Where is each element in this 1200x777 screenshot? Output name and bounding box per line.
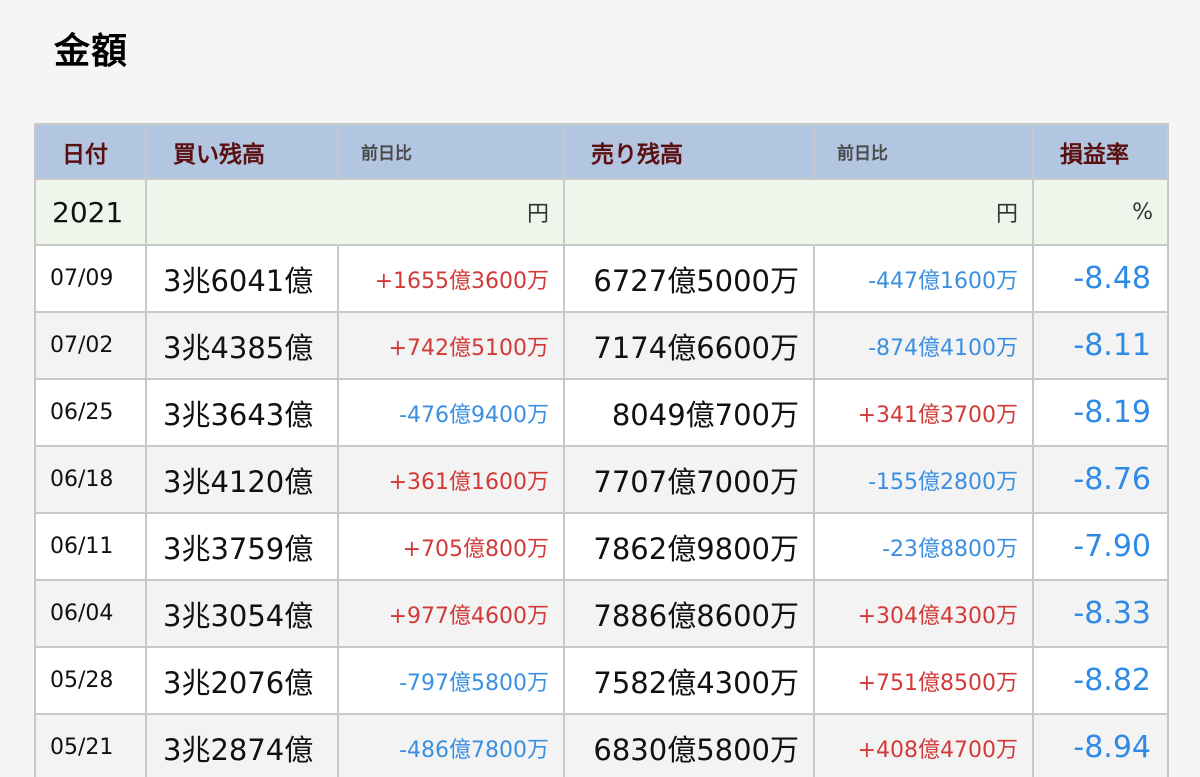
buy-change-cell: +361億1600万 (337, 445, 565, 514)
buy-change-cell: +705億800万 (337, 512, 565, 581)
table-header: 日付 買い残高 前日比 売り残高 前日比 損益率 (34, 123, 1169, 180)
pl-rate-cell: -8.48 (1032, 244, 1169, 313)
page: 金額 日付 買い残高 前日比 売り残高 前日比 損益率 2021 円 円 % 0… (0, 0, 1200, 777)
date-cell: 06/11 (34, 512, 147, 581)
buy-change-cell: -797億5800万 (337, 646, 565, 715)
table-row: 06/18 3兆4120億 +361億1600万 7707億7000万 -155億280… (34, 445, 1169, 514)
header-buy-change[interactable]: 前日比 (337, 123, 565, 180)
date-cell: 07/02 (34, 311, 147, 380)
sell-change-cell: +751億8500万 (813, 646, 1034, 715)
sell-change-cell: -23億8800万 (813, 512, 1034, 581)
date-cell: 05/28 (34, 646, 147, 715)
header-sell-change[interactable]: 前日比 (813, 123, 1034, 180)
sell-balance-cell: 8049億700万 (563, 378, 815, 447)
rate-unit: % (1032, 178, 1169, 246)
buy-change-cell: -486億7800万 (337, 713, 565, 777)
sell-balance-cell: 7174億6600万 (563, 311, 815, 380)
buy-balance-cell: 3兆2076億 (145, 646, 339, 715)
table-row: 06/04 3兆3054億 +977億4600万 7886億8600万 +304億430… (34, 579, 1169, 648)
table-row: 05/28 3兆2076億 -797億5800万 7582億4300万 +751億850… (34, 646, 1169, 715)
buy-balance-cell: 3兆3759億 (145, 512, 339, 581)
buy-change-cell: -476億9400万 (337, 378, 565, 447)
table-row: 07/02 3兆4385億 +742億5100万 7174億6600万 -874億410… (34, 311, 1169, 380)
table-row: 05/21 3兆2874億 -486億7800万 6830億5800万 +408億470… (34, 713, 1169, 777)
table-row: 06/25 3兆3643億 -476億9400万 8049億700万 +341億3700… (34, 378, 1169, 447)
sell-balance-cell: 6727億5000万 (563, 244, 815, 313)
buy-change-cell: +977億4600万 (337, 579, 565, 648)
date-cell: 06/18 (34, 445, 147, 514)
margin-balance-table: 日付 買い残高 前日比 売り残高 前日比 損益率 2021 円 円 % 07/0… (34, 123, 1169, 777)
sell-change-cell: -155億2800万 (813, 445, 1034, 514)
header-sell-balance[interactable]: 売り残高 (563, 123, 815, 180)
pl-rate-cell: -8.11 (1032, 311, 1169, 380)
unit-row: 2021 円 円 % (34, 178, 1169, 246)
pl-rate-cell: -8.82 (1032, 646, 1169, 715)
sell-unit: 円 (563, 178, 1034, 246)
header-date[interactable]: 日付 (34, 123, 147, 180)
table-row: 07/09 3兆6041億 +1655億3600万 6727億5000万 -447億16… (34, 244, 1169, 313)
sell-balance-cell: 7862億9800万 (563, 512, 815, 581)
sell-change-cell: -447億1600万 (813, 244, 1034, 313)
sell-balance-cell: 6830億5800万 (563, 713, 815, 777)
sell-balance-cell: 7707億7000万 (563, 445, 815, 514)
pl-rate-cell: -7.90 (1032, 512, 1169, 581)
sell-change-cell: +408億4700万 (813, 713, 1034, 777)
table-body: 2021 円 円 % 07/09 3兆6041億 +1655億3600万 6727億5… (34, 178, 1169, 777)
pl-rate-cell: -8.19 (1032, 378, 1169, 447)
sell-change-cell: -874億4100万 (813, 311, 1034, 380)
header-row: 日付 買い残高 前日比 売り残高 前日比 損益率 (34, 123, 1169, 180)
header-pl-rate[interactable]: 損益率 (1032, 123, 1169, 180)
sell-change-cell: +341億3700万 (813, 378, 1034, 447)
year-label: 2021 (34, 178, 147, 246)
sell-balance-cell: 7886億8600万 (563, 579, 815, 648)
buy-unit: 円 (145, 178, 565, 246)
sell-balance-cell: 7582億4300万 (563, 646, 815, 715)
date-cell: 06/04 (34, 579, 147, 648)
buy-balance-cell: 3兆3054億 (145, 579, 339, 648)
buy-change-cell: +742億5100万 (337, 311, 565, 380)
pl-rate-cell: -8.94 (1032, 713, 1169, 777)
page-title: 金額 (54, 31, 129, 72)
table-row: 06/11 3兆3759億 +705億800万 7862億9800万 -23億8800万… (34, 512, 1169, 581)
date-cell: 06/25 (34, 378, 147, 447)
buy-balance-cell: 3兆3643億 (145, 378, 339, 447)
date-cell: 05/21 (34, 713, 147, 777)
date-cell: 07/09 (34, 244, 147, 313)
pl-rate-cell: -8.76 (1032, 445, 1169, 514)
buy-balance-cell: 3兆2874億 (145, 713, 339, 777)
header-buy-balance[interactable]: 買い残高 (145, 123, 339, 180)
pl-rate-cell: -8.33 (1032, 579, 1169, 648)
buy-balance-cell: 3兆4120億 (145, 445, 339, 514)
buy-change-cell: +1655億3600万 (337, 244, 565, 313)
sell-change-cell: +304億4300万 (813, 579, 1034, 648)
buy-balance-cell: 3兆4385億 (145, 311, 339, 380)
buy-balance-cell: 3兆6041億 (145, 244, 339, 313)
